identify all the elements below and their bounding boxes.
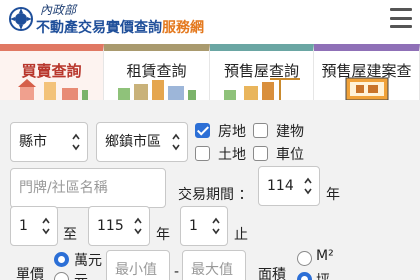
price-max-placeholder: 最大值 <box>191 262 233 278</box>
checkbox-label: 土地 <box>218 147 246 163</box>
checkbox-parking[interactable] <box>253 146 268 161</box>
start-month-select[interactable]: 1 <box>10 206 58 246</box>
end-label: 止 <box>234 227 248 243</box>
app-header: 內政部 不動產交易實價查詢服務網 <box>0 0 420 42</box>
price-label: 單價 <box>16 267 44 280</box>
price-min-placeholder: 最小值 <box>115 262 157 278</box>
period-label: 交易期間 ： <box>178 187 253 203</box>
radio-label: 萬元 <box>74 253 102 269</box>
checkbox-label: 建物 <box>276 124 304 140</box>
radio-label: 坪 <box>316 270 330 280</box>
ministry-name: 內政部 <box>40 3 77 17</box>
address-input[interactable]: 門牌/社區名稱 <box>10 168 166 208</box>
chevron-updown-icon <box>172 133 180 151</box>
crane-illustration-icon <box>224 78 300 100</box>
checkbox-label: 車位 <box>276 147 304 163</box>
price-min-input[interactable]: 最小值 <box>106 250 170 280</box>
end-year-select[interactable]: 115 <box>88 206 150 246</box>
site-title-main: 不動產交易實價查詢 <box>36 20 162 36</box>
checkbox-land[interactable] <box>195 146 210 161</box>
search-form: 縣市 鄉鎮市區 房地 建物 土地 車位 門牌/社區名稱 交易期間 ： 114 年… <box>0 100 420 280</box>
menu-icon[interactable] <box>390 8 412 28</box>
houses-illustration-icon <box>18 79 88 100</box>
city-select[interactable]: 縣市 <box>10 122 88 162</box>
end-month-value: 1 <box>189 218 198 234</box>
checkbox-building[interactable] <box>253 123 268 138</box>
district-select-value: 鄉鎮市區 <box>105 134 161 150</box>
tab-presale-project-query[interactable]: 預售屋建案查 <box>314 44 420 100</box>
chevron-updown-icon <box>42 217 50 235</box>
range-separator: - <box>174 264 180 280</box>
project-board-illustration-icon <box>345 77 389 100</box>
site-title[interactable]: 不動產交易實價查詢服務網 <box>36 17 204 37</box>
radio-label: M² <box>316 248 334 264</box>
radio-area-m2[interactable] <box>297 251 312 266</box>
year-unit-label: 年 <box>156 227 170 243</box>
radio-price-wan[interactable] <box>54 252 69 267</box>
site-title-accent: 服務網 <box>162 20 204 36</box>
chevron-updown-icon <box>304 177 312 195</box>
district-select[interactable]: 鄉鎮市區 <box>96 122 188 162</box>
radio-label: 元 <box>74 270 88 280</box>
start-year-select[interactable]: 114 <box>258 166 320 206</box>
chevron-updown-icon <box>72 133 80 151</box>
tab-presale-query[interactable]: 預售屋查詢 <box>210 44 314 100</box>
start-year-value: 114 <box>267 178 294 194</box>
end-month-select[interactable]: 1 <box>180 206 228 246</box>
price-max-input[interactable]: 最大值 <box>182 250 246 280</box>
radio-price-yuan[interactable] <box>54 272 69 280</box>
city-select-value: 縣市 <box>19 134 47 150</box>
checkbox-house-land[interactable] <box>195 123 210 138</box>
chevron-updown-icon <box>212 217 220 235</box>
tab-sale-query[interactable]: 買賣查詢 <box>0 44 104 100</box>
radio-area-ping[interactable] <box>297 272 312 280</box>
houses-illustration-icon <box>118 80 196 100</box>
tab-rent-query[interactable]: 租賃查詢 <box>104 44 210 100</box>
checkbox-label: 房地 <box>218 124 246 140</box>
area-label: 面積 <box>258 267 286 280</box>
end-year-value: 115 <box>97 218 124 234</box>
start-month-value: 1 <box>19 218 28 234</box>
query-tabs: 買賣查詢 租賃查詢 預售屋查詢 預售屋建案查 <box>0 44 420 100</box>
chevron-updown-icon <box>134 217 142 235</box>
to-label: 至 <box>63 227 77 243</box>
year-unit-label: 年 <box>326 187 340 203</box>
address-placeholder: 門牌/社區名稱 <box>19 180 108 196</box>
